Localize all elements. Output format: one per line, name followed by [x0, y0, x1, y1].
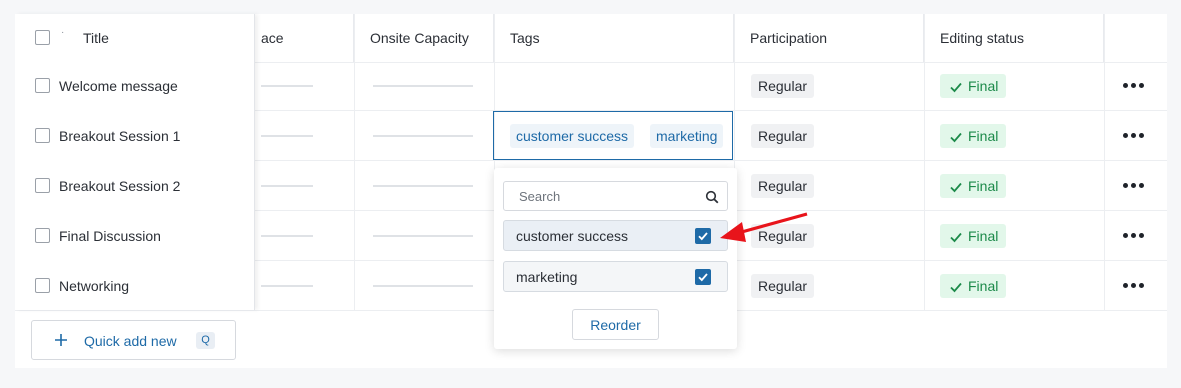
keyboard-shortcut-badge: Q: [196, 332, 215, 349]
tag-option-label: marketing: [516, 269, 578, 285]
status-badge-label: Final: [968, 228, 999, 244]
column-header-onsite-capacity-label: Onsite Capacity: [370, 30, 469, 46]
empty-value-dash: [261, 285, 313, 287]
participation-badge[interactable]: Regular: [751, 174, 815, 198]
empty-value-dash: [373, 285, 473, 287]
empty-value-dash: [373, 85, 473, 87]
participation-badge[interactable]: Regular: [751, 124, 815, 148]
tags-cell-editing[interactable]: customer success marketing: [493, 111, 733, 160]
tag-option-label: customer success: [516, 228, 629, 244]
column-header-participation-label: Participation: [750, 30, 828, 46]
more-horizontal-icon[interactable]: [1123, 82, 1147, 90]
check-icon: [950, 233, 962, 243]
frozen-title-column: · Title Welcome message Breakout Session…: [15, 14, 255, 310]
row-checkbox[interactable]: [35, 128, 50, 143]
row-title[interactable]: Breakout Session 2: [59, 178, 180, 194]
column-header-title[interactable]: Title: [83, 30, 109, 46]
search-icon: [705, 190, 719, 204]
tag-option[interactable]: marketing: [503, 261, 728, 292]
tag-option-checkbox[interactable]: [695, 269, 711, 285]
empty-value-dash: [373, 185, 473, 187]
column-header-onsite-capacity[interactable]: Onsite Capacity: [354, 14, 494, 63]
column-divider: [924, 14, 925, 310]
empty-value-dash: [261, 85, 313, 87]
empty-value-dash: [261, 185, 313, 187]
status-badge-label: Final: [968, 278, 999, 294]
row-checkbox[interactable]: [35, 228, 50, 243]
status-badge[interactable]: Final: [940, 74, 1007, 98]
select-all-checkbox[interactable]: [35, 30, 50, 45]
column-header-space-label: ace: [261, 30, 284, 46]
row-title[interactable]: Welcome message: [59, 78, 178, 94]
more-horizontal-icon[interactable]: [1123, 132, 1147, 140]
check-icon: [950, 283, 962, 293]
column-header-editing-status-label: Editing status: [940, 30, 1025, 46]
column-header-actions: [1104, 14, 1167, 63]
column-header-space[interactable]: ace: [255, 14, 354, 63]
row-title[interactable]: Breakout Session 1: [59, 128, 180, 144]
status-badge[interactable]: Final: [940, 224, 1007, 248]
status-badge-label: Final: [968, 128, 999, 144]
status-badge[interactable]: Final: [940, 174, 1007, 198]
empty-value-dash: [261, 135, 313, 137]
row-title[interactable]: Networking: [59, 278, 129, 294]
column-header-tags-label: Tags: [510, 30, 540, 46]
quick-add-button[interactable]: Quick add new Q: [31, 320, 236, 360]
tag-search-input[interactable]: [504, 182, 684, 210]
empty-value-dash: [261, 235, 313, 237]
check-icon: [698, 273, 708, 282]
status-badge-label: Final: [968, 178, 999, 194]
column-header-editing-status[interactable]: Editing status: [924, 14, 1104, 63]
quick-add-label: Quick add new: [84, 333, 177, 349]
row-checkbox[interactable]: [35, 178, 50, 193]
check-icon: [950, 183, 962, 193]
status-badge-label: Final: [968, 78, 999, 94]
participation-badge[interactable]: Regular: [751, 274, 815, 298]
annotation-arrow-icon: [720, 212, 808, 242]
column-divider: [354, 14, 355, 310]
column-divider: [1104, 14, 1105, 310]
tag-chip[interactable]: marketing: [650, 124, 724, 148]
check-icon: [950, 83, 962, 93]
column-header-participation[interactable]: Participation: [734, 14, 924, 63]
participation-badge[interactable]: Regular: [751, 74, 815, 98]
reorder-button[interactable]: Reorder: [572, 309, 659, 340]
row-checkbox[interactable]: [35, 278, 50, 293]
empty-value-dash: [373, 135, 473, 137]
plus-icon: [55, 334, 67, 346]
tag-search-field[interactable]: [503, 181, 728, 211]
status-badge[interactable]: Final: [940, 274, 1007, 298]
tag-chip[interactable]: customer success: [510, 124, 635, 148]
tag-option-checkbox[interactable]: [695, 228, 711, 244]
tag-dropdown: customer success marketing Reorder: [494, 168, 737, 349]
status-badge[interactable]: Final: [940, 124, 1007, 148]
row-checkbox[interactable]: [35, 78, 50, 93]
empty-value-dash: [373, 235, 473, 237]
more-horizontal-icon[interactable]: [1123, 232, 1147, 240]
more-horizontal-icon[interactable]: [1123, 282, 1147, 290]
check-icon: [698, 232, 708, 241]
tag-option[interactable]: customer success: [503, 220, 728, 251]
more-horizontal-icon[interactable]: [1123, 182, 1147, 190]
sort-indicator-icon[interactable]: ·: [61, 27, 64, 38]
check-icon: [950, 133, 962, 143]
row-title[interactable]: Final Discussion: [59, 228, 161, 244]
column-header-tags[interactable]: Tags: [494, 14, 734, 63]
